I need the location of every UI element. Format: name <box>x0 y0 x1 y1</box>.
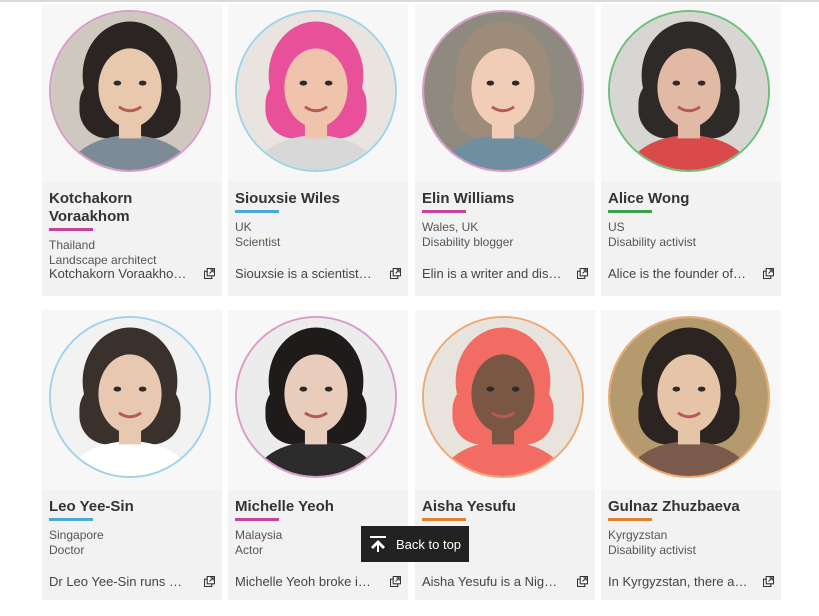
profile-role: Disability activist <box>608 235 697 249</box>
profile-role: Scientist <box>235 235 281 249</box>
profile-country: US <box>608 220 625 234</box>
accent-bar <box>608 518 652 521</box>
profile-role: Disability activist <box>608 543 697 557</box>
portrait-photo <box>422 316 584 478</box>
portrait-photo <box>235 10 397 172</box>
external-link-icon[interactable] <box>577 576 588 587</box>
photo-area <box>601 4 781 182</box>
profile-blurb: Alice is the founder of the... <box>608 266 748 281</box>
blurb-row: Elin is a writer and disability... <box>422 266 588 281</box>
profile-card[interactable]: Gulnaz Zhuzbaeva Kyrgyzstan Disability a… <box>601 310 781 600</box>
profile-role: Disability blogger <box>422 235 514 249</box>
accent-bar <box>49 518 93 521</box>
profile-blurb: Elin is a writer and disability... <box>422 266 562 281</box>
profile-name[interactable]: Aisha Yesufu <box>422 498 588 516</box>
photo-area <box>601 310 781 490</box>
photo-area <box>42 310 222 490</box>
profile-blurb: Siouxsie is a scientist and... <box>235 266 375 281</box>
profile-name[interactable]: Leo Yee-Sin <box>49 498 215 516</box>
accent-bar <box>235 210 279 213</box>
profile-country: Singapore <box>49 528 104 542</box>
profile-role: Doctor <box>49 543 85 557</box>
profile-blurb: Kotchakorn Voraakhorn is a... <box>49 266 189 281</box>
top-divider <box>0 0 819 2</box>
photo-area <box>415 310 595 490</box>
photo-area <box>228 4 408 182</box>
profile-country: UK <box>235 220 252 234</box>
profile-card[interactable]: Kotchakorn Voraakhom Thailand Landscape … <box>42 4 222 296</box>
profile-country: Wales, UK <box>422 220 479 234</box>
profile-info: Alice Wong US Disability activist Alice … <box>601 182 781 308</box>
portrait-photo <box>235 316 397 478</box>
profile-blurb: Dr Leo Yee-Sin runs Singapore's... <box>49 574 189 589</box>
profile-info: Gulnaz Zhuzbaeva Kyrgyzstan Disability a… <box>601 490 781 616</box>
accent-bar <box>422 518 466 521</box>
profile-card[interactable]: Leo Yee-Sin Singapore Doctor Dr Leo Yee-… <box>42 310 222 600</box>
profile-name[interactable]: Siouxsie Wiles <box>235 190 401 208</box>
profile-blurb: In Kyrgyzstan, there are... <box>608 574 748 589</box>
profile-name[interactable]: Kotchakorn Voraakhom <box>49 190 215 226</box>
profile-blurb: Aisha Yesufu is a Nigerian... <box>422 574 562 589</box>
external-link-icon[interactable] <box>204 268 215 279</box>
blurb-row: Alice is the founder of the... <box>608 266 774 281</box>
photo-area <box>228 310 408 490</box>
arrow-up-to-bar-icon <box>370 536 386 552</box>
profile-name[interactable]: Gulnaz Zhuzbaeva <box>608 498 774 516</box>
portrait-photo <box>608 316 770 478</box>
profile-card[interactable]: Siouxsie Wiles UK Scientist Siouxsie is … <box>228 4 408 296</box>
external-link-icon[interactable] <box>390 268 401 279</box>
profile-blurb: Michelle Yeoh broke into... <box>235 574 375 589</box>
accent-bar <box>422 210 466 213</box>
profile-info: Kotchakorn Voraakhom Thailand Landscape … <box>42 182 222 308</box>
portrait-photo <box>422 10 584 172</box>
blurb-row: Michelle Yeoh broke into... <box>235 574 401 589</box>
external-link-icon[interactable] <box>390 576 401 587</box>
photo-area <box>415 4 595 182</box>
accent-bar <box>49 228 93 231</box>
profile-name[interactable]: Michelle Yeoh <box>235 498 401 516</box>
external-link-icon[interactable] <box>204 576 215 587</box>
blurb-row: Aisha Yesufu is a Nigerian... <box>422 574 588 589</box>
profile-name[interactable]: Elin Williams <box>422 190 588 208</box>
photo-area <box>42 4 222 182</box>
external-link-icon[interactable] <box>763 268 774 279</box>
accent-bar <box>608 210 652 213</box>
portrait-photo <box>608 10 770 172</box>
profile-info: Siouxsie Wiles UK Scientist Siouxsie is … <box>228 182 408 308</box>
blurb-row: In Kyrgyzstan, there are... <box>608 574 774 589</box>
external-link-icon[interactable] <box>577 268 588 279</box>
profile-card[interactable]: Elin Williams Wales, UK Disability blogg… <box>415 4 595 296</box>
blurb-row: Siouxsie is a scientist and... <box>235 266 401 281</box>
profile-country: Thailand <box>49 238 96 252</box>
profile-card[interactable]: Alice Wong US Disability activist Alice … <box>601 4 781 296</box>
portrait-photo <box>49 10 211 172</box>
blurb-row: Dr Leo Yee-Sin runs Singapore's... <box>49 574 215 589</box>
blurb-row: Kotchakorn Voraakhorn is a... <box>49 266 215 281</box>
profile-name[interactable]: Alice Wong <box>608 190 774 208</box>
external-link-icon[interactable] <box>763 576 774 587</box>
back-to-top-label: Back to top <box>396 536 462 552</box>
profile-info: Elin Williams Wales, UK Disability blogg… <box>415 182 595 308</box>
back-to-top-button[interactable]: Back to top <box>361 526 469 562</box>
portrait-photo <box>49 316 211 478</box>
profile-info: Leo Yee-Sin Singapore Doctor Dr Leo Yee-… <box>42 490 222 616</box>
accent-bar <box>235 518 279 521</box>
profile-country: Kyrgyzstan <box>608 528 668 542</box>
